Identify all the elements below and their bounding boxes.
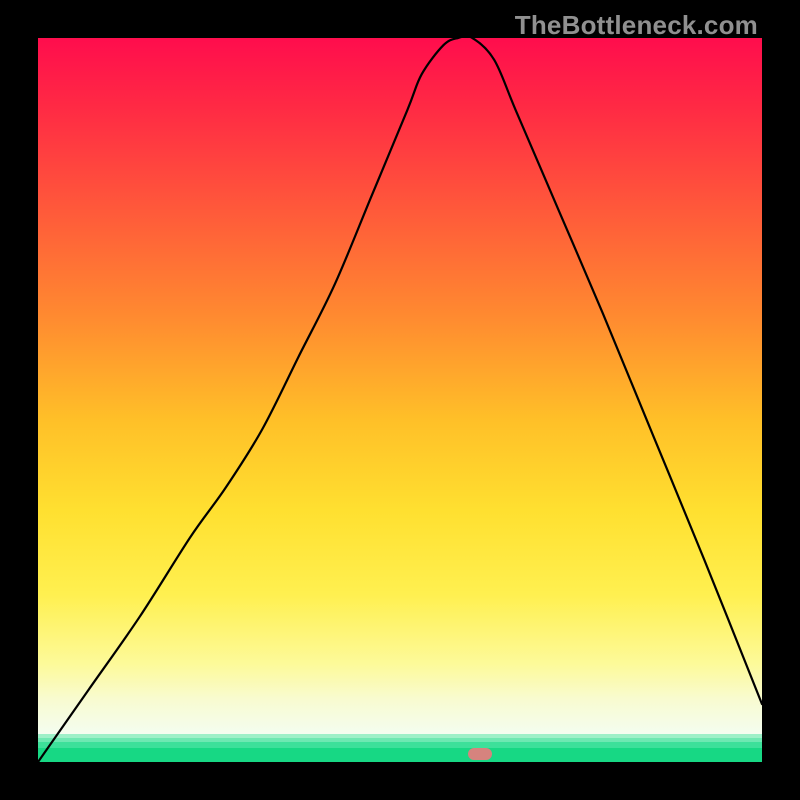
bottleneck-curve <box>38 38 762 762</box>
watermark-text: TheBottleneck.com <box>515 10 758 41</box>
optimal-marker <box>468 748 492 760</box>
chart-plot-area <box>38 38 762 762</box>
